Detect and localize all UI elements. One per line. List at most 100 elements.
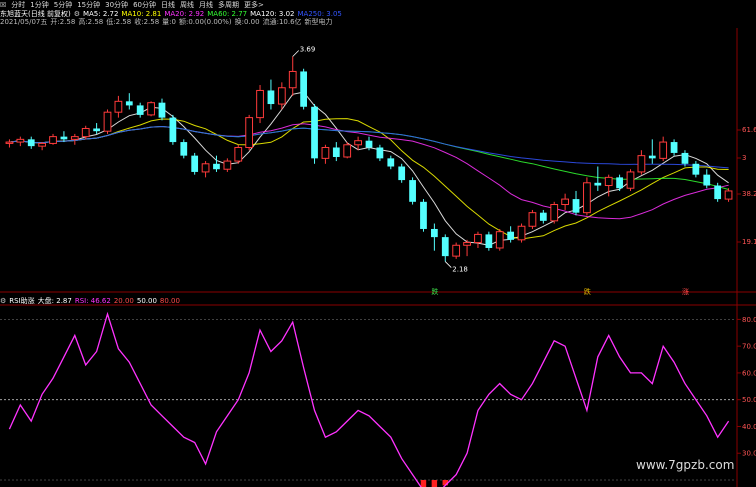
rsi-axis: 80.0 70.0 60.0 50.0 40.0 30.0 [737,316,756,458]
candle [692,161,700,178]
candle-body [191,155,199,172]
candle [256,85,264,124]
candle [70,133,79,145]
candle-body [147,102,155,116]
candle-body [398,166,406,181]
candle-body [376,147,384,159]
candle-body [60,136,68,140]
candle-body [528,212,537,227]
candle [267,79,275,110]
candle-body [452,244,461,257]
candle-body [517,225,526,241]
candle [27,136,35,149]
candle [103,109,112,134]
candle [430,223,438,251]
candle [681,150,689,167]
candle-body [604,176,613,187]
candle [495,228,504,251]
rsi-level-50: 50.00 [136,296,157,305]
rsi-axis-label: 70.0 [742,343,756,351]
candle-body [430,228,438,238]
candle-body [463,242,471,246]
candle [528,209,537,229]
candle-body [70,136,79,140]
candle-body [409,180,416,202]
rsi-axis-label: 30.0 [742,450,756,458]
candle [616,174,623,191]
candle-body [681,152,689,164]
candle-body [616,177,623,189]
candle-body [5,141,14,144]
signal-marker: 跌 [431,287,438,296]
candle-body [201,163,210,173]
candle [311,104,318,164]
candle-body [16,138,25,143]
candle-body [474,233,482,244]
candle-body [158,102,166,118]
candle [714,182,722,202]
candle [343,142,352,159]
candle [637,150,646,175]
candle-body [136,105,144,115]
signal-marker: 跌 [584,287,591,296]
watermark: www.7gpzb.com [636,458,735,472]
candle [452,242,461,259]
candle [561,193,569,210]
candle [158,98,166,121]
candle [114,95,123,118]
candle [5,139,14,148]
candle [670,139,678,156]
candle-body [256,89,264,119]
candle-body [49,136,57,144]
rsi-axis-label: 80.0 [742,316,756,324]
candle-body [81,127,90,138]
rsi-indicator-name: RSI助涨 [9,296,35,305]
rsi-settings-icon[interactable]: ⚙ [0,297,6,305]
candle-body [180,142,188,156]
candle [16,136,25,147]
candle-body [114,100,123,113]
candle [485,231,493,251]
candle [474,231,482,248]
candle-body [223,160,232,170]
candle-body [724,190,733,200]
candle-body [692,163,700,175]
candle-body [267,90,275,105]
candle [321,144,330,164]
rsi-value: RSI: 46.62 [74,296,111,305]
candle [507,226,515,243]
candle-body [703,174,711,186]
candle [191,152,199,175]
candle-body [637,155,646,173]
candle [245,114,254,151]
candle [300,68,308,110]
candle-body [648,155,656,159]
price-axis-label: 38.2 [742,190,756,198]
candle [441,234,449,262]
candle-body [485,234,493,248]
candle [659,136,668,162]
candle-body [659,141,668,159]
high-pointer [292,50,300,57]
candle-body [300,71,308,107]
candle [703,169,711,189]
candle-body [670,142,678,153]
candle-body [507,231,515,240]
price-axis-label: 3 [742,154,746,162]
high-label: 3.69 [300,46,316,54]
candle-body [561,198,569,206]
candle-body [550,204,559,222]
candle [234,144,243,164]
candle-body [387,158,395,167]
candle-body [169,117,177,143]
candle-body [288,70,297,89]
candle-body [321,146,330,159]
candle-body [583,182,591,214]
candle-body [38,142,47,147]
rsi-line [8,311,730,487]
low-label: 2.18 [452,266,468,274]
candle [288,56,297,96]
candle-body [125,101,133,106]
ma5-line [9,91,729,246]
rsi-market-value: 大盘: 2.87 [37,296,72,305]
